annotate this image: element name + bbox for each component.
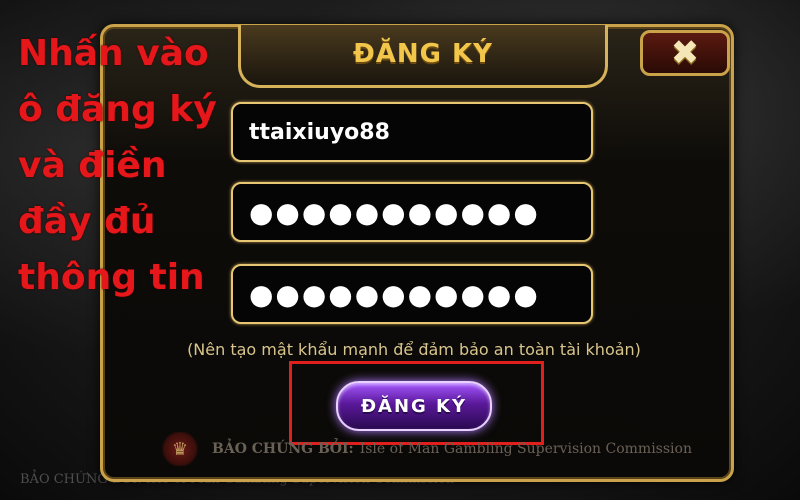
dialog-header: ĐĂNG KÝ: [238, 25, 608, 88]
password-hint: (Nên tạo mật khẩu mạnh để đảm bảo an toà…: [187, 340, 641, 359]
annotation-line: đầy đủ: [18, 201, 156, 242]
close-button[interactable]: ✖: [640, 30, 730, 76]
username-value: ttaixiuyo88: [249, 119, 390, 145]
annotation-text: Nhấn vào ô đăng ký và điền đầy đủ thông …: [18, 26, 218, 306]
annotation-line: ô đăng ký: [18, 89, 217, 130]
footer-brand: BẢO CHỨNG BỞI:: [212, 441, 354, 457]
dialog-title: ĐĂNG KÝ: [352, 39, 494, 69]
annotation-line: thông tin: [18, 257, 205, 298]
confirm-password-field[interactable]: ●●●●●●●●●●●: [231, 264, 593, 324]
confirm-password-mask: ●●●●●●●●●●●: [249, 277, 540, 311]
crest-icon: ♛: [160, 432, 200, 466]
register-submit-button[interactable]: ĐĂNG KÝ: [336, 381, 492, 431]
password-mask: ●●●●●●●●●●●: [249, 195, 540, 229]
username-field[interactable]: ttaixiuyo88: [231, 102, 593, 162]
footer: ♛ BẢO CHỨNG BỞI: Isle of Man Gambling Su…: [160, 432, 692, 466]
close-icon: ✖: [670, 33, 700, 73]
password-field[interactable]: ●●●●●●●●●●●: [231, 182, 593, 242]
annotation-line: Nhấn vào: [18, 33, 209, 74]
footer-commission: Isle of Man Gambling Supervision Commiss…: [359, 441, 692, 457]
annotation-line: và điền: [18, 145, 167, 186]
